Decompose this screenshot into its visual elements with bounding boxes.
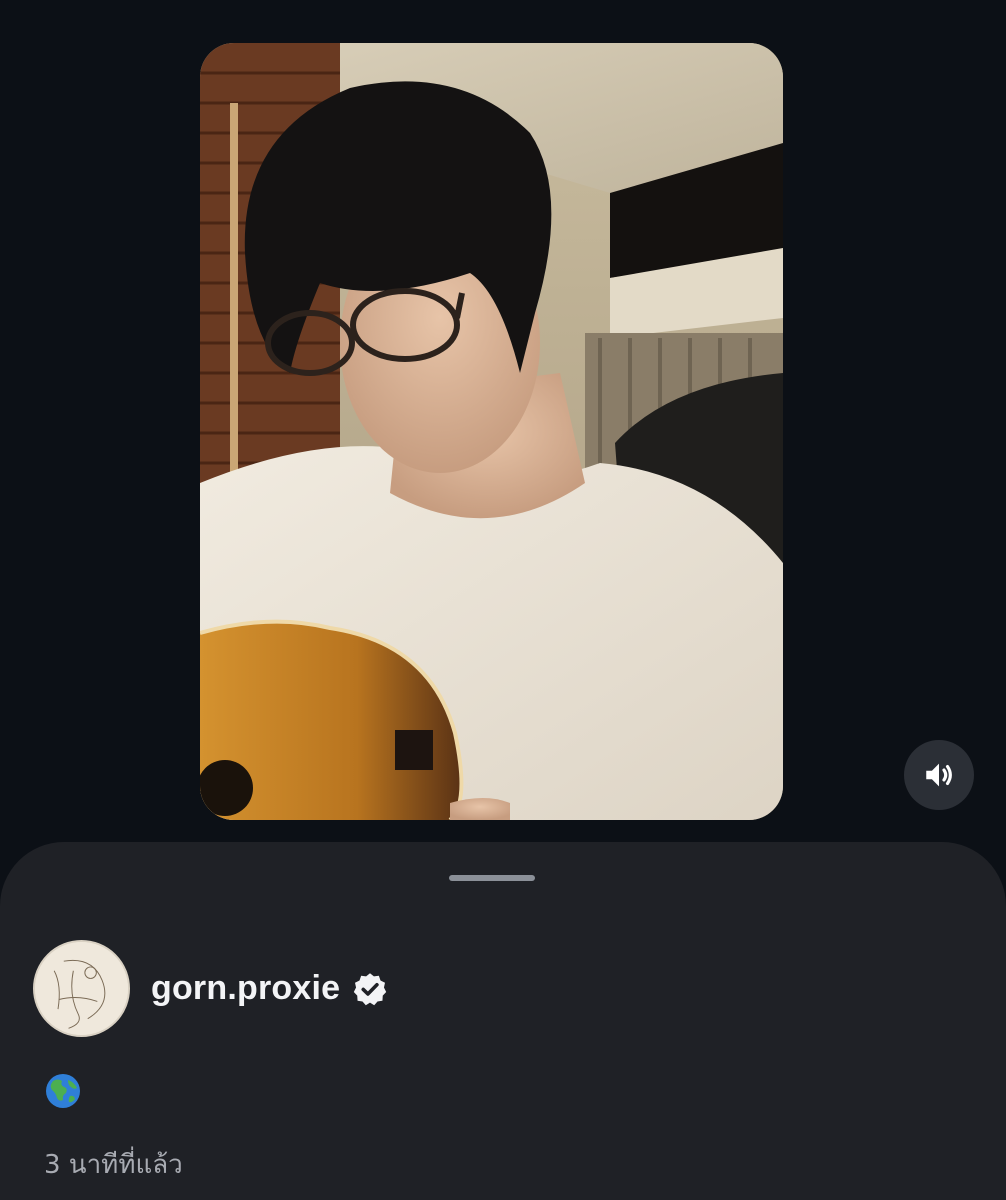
volume-button[interactable] [904,740,974,810]
video-frame-image [200,43,783,820]
author-username[interactable]: gorn.proxie [151,969,340,1008]
verified-badge-icon [352,971,388,1007]
sheet-drag-handle[interactable] [449,875,535,881]
avatar-image [35,942,128,1035]
avatar[interactable] [33,940,130,1037]
globe-emoji [44,1072,82,1110]
story-video[interactable] [200,43,783,820]
volume-icon [926,763,952,787]
author-row: gorn.proxie [33,940,388,1037]
post-timestamp: 3 นาทีที่แล้ว [44,1150,183,1180]
story-caption: 🌎 [44,1072,82,1119]
story-info-sheet: gorn.proxie 🌎 3 นาทีที่แล้ว [0,842,1006,1200]
